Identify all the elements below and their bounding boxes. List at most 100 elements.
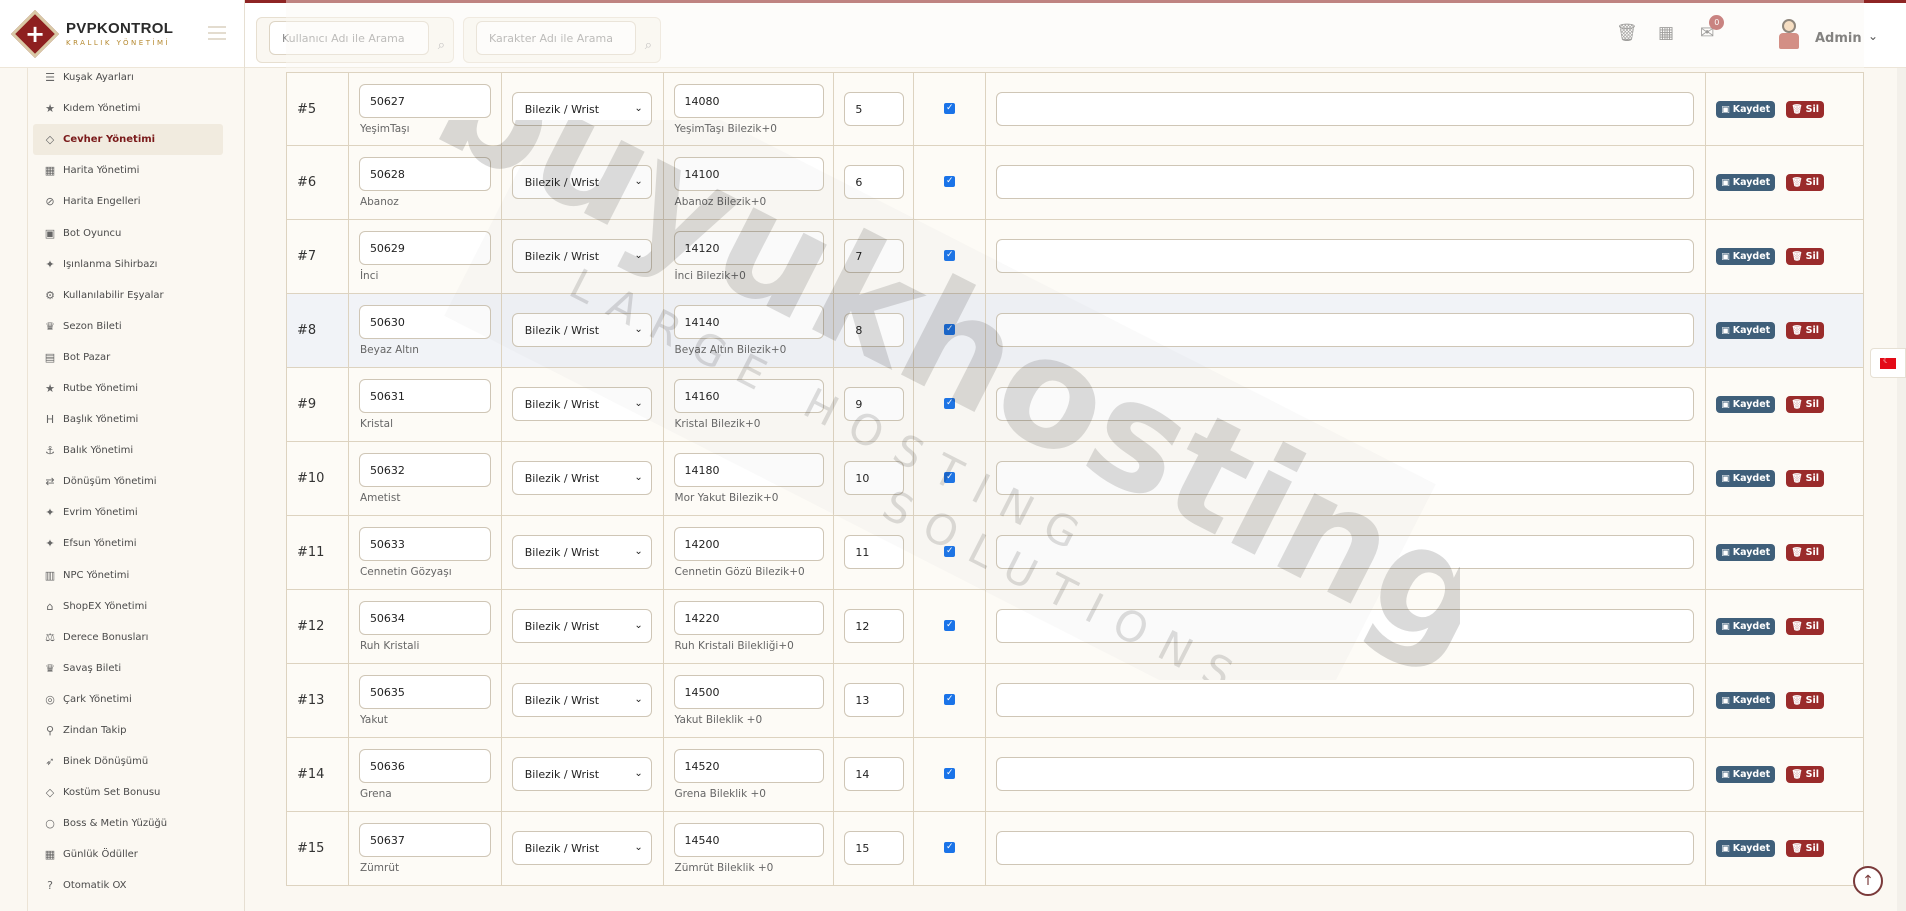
order-input[interactable]: 8 [844,313,905,347]
save-button[interactable]: ▣ Kaydet [1716,322,1776,339]
type-select[interactable]: Bilezik / Wrist ⌄ [511,387,652,421]
type-select[interactable]: Bilezik / Wrist ⌄ [511,609,652,643]
active-checkbox[interactable]: ✓ [944,250,956,261]
sidebar-item[interactable]: H Başlık Yönetimi [33,404,223,435]
vnum-input[interactable]: 50635 [358,675,491,709]
save-button[interactable]: ▣ Kaydet [1716,766,1776,783]
item-vnum-input[interactable]: 14520 [673,749,824,783]
sidebar-item[interactable]: ⚲ Zindan Takip [33,715,223,746]
save-button[interactable]: ▣ Kaydet [1716,248,1776,265]
item-vnum-input[interactable]: 14220 [673,601,824,635]
delete-button[interactable]: 🗑 Sil [1786,692,1825,709]
save-button[interactable]: ▣ Kaydet [1716,840,1776,857]
save-button[interactable]: ▣ Kaydet [1716,544,1776,561]
vnum-input[interactable]: 50636 [358,749,491,783]
language-flag-icon[interactable] [1870,348,1906,378]
sidebar-item[interactable]: ▥ NPC Yönetimi [33,560,223,591]
item-vnum-input[interactable]: 14080 [673,84,824,118]
delete-button[interactable]: 🗑 Sil [1786,322,1825,339]
sidebar-item[interactable]: ⚖ Derece Bonusları [33,622,223,653]
sidebar-item[interactable]: ⇄ Dönüşüm Yönetimi [33,466,223,497]
vnum-input[interactable]: 50628 [358,157,491,191]
type-select[interactable]: Bilezik / Wrist ⌄ [511,757,652,791]
description-input[interactable] [996,461,1695,495]
type-select[interactable]: Bilezik / Wrist ⌄ [511,461,652,495]
menu-toggle-icon[interactable] [208,26,226,44]
order-input[interactable]: 14 [844,757,905,791]
item-vnum-input[interactable]: 14140 [673,305,824,339]
type-select[interactable]: Bilezik / Wrist ⌄ [511,683,652,717]
vnum-input[interactable]: 50633 [358,527,491,561]
sidebar-item[interactable]: ? Otomatik OX [33,870,223,901]
delete-button[interactable]: 🗑 Sil [1786,101,1825,118]
vnum-input[interactable]: 50637 [358,823,491,857]
order-input[interactable]: 10 [844,461,905,495]
active-checkbox[interactable]: ✓ [944,103,956,114]
order-input[interactable]: 7 [844,239,905,273]
type-select[interactable]: Bilezik / Wrist ⌄ [511,165,652,199]
description-input[interactable] [996,757,1695,791]
description-input[interactable] [996,535,1695,569]
vnum-input[interactable]: 50630 [358,305,491,339]
order-input[interactable]: 15 [844,831,905,865]
chevron-down-icon[interactable]: ⌄ [1868,29,1878,43]
sidebar-item[interactable]: ▦ Harita Yönetimi [33,155,223,186]
order-input[interactable]: 5 [844,92,905,126]
active-checkbox[interactable]: ✓ [944,768,956,779]
delete-button[interactable]: 🗑 Sil [1786,840,1825,857]
active-checkbox[interactable]: ✓ [944,398,956,409]
sidebar-item[interactable]: ◎ Çark Yönetimi [33,684,223,715]
vnum-input[interactable]: 50627 [358,84,491,118]
order-input[interactable]: 6 [844,165,905,199]
sidebar-item[interactable]: ☰ Kuşak Ayarları [33,62,223,93]
order-input[interactable]: 12 [844,609,905,643]
description-input[interactable] [996,609,1695,643]
description-input[interactable] [996,239,1695,273]
delete-button[interactable]: 🗑 Sil [1786,470,1825,487]
sidebar-item[interactable]: ⊘ Harita Engelleri [33,186,223,217]
order-input[interactable]: 11 [844,535,905,569]
sidebar-item[interactable]: ○ Boss & Metin Yüzüğü [33,808,223,839]
save-button[interactable]: ▣ Kaydet [1716,692,1776,709]
save-button[interactable]: ▣ Kaydet [1716,470,1776,487]
active-checkbox[interactable]: ✓ [944,546,956,557]
scroll-to-top-button[interactable]: ↑ [1853,866,1883,896]
delete-button[interactable]: 🗑 Sil [1786,396,1825,413]
type-select[interactable]: Bilezik / Wrist ⌄ [511,239,652,273]
scrollbar[interactable] [1897,68,1906,911]
save-button[interactable]: ▣ Kaydet [1716,174,1776,191]
item-vnum-input[interactable]: 14100 [673,157,824,191]
type-select[interactable]: Bilezik / Wrist ⌄ [511,535,652,569]
active-checkbox[interactable]: ✓ [944,472,956,483]
sidebar-item[interactable]: ♛ Sezon Bileti [33,311,223,342]
sidebar-item[interactable]: ◇ Kostüm Set Bonusu [33,777,223,808]
save-button[interactable]: ▣ Kaydet [1716,101,1776,118]
type-select[interactable]: Bilezik / Wrist ⌄ [511,831,652,865]
sidebar-item[interactable]: ▦ Günlük Ödüller [33,839,223,870]
sidebar-item[interactable]: ★ Rutbe Yönetimi [33,373,223,404]
description-input[interactable] [996,165,1695,199]
sidebar-item[interactable]: ◇ Cevher Yönetimi [33,124,223,156]
delete-button[interactable]: 🗑 Sil [1786,766,1825,783]
item-vnum-input[interactable]: 14500 [673,675,824,709]
delete-button[interactable]: 🗑 Sil [1786,618,1825,635]
description-input[interactable] [996,831,1695,865]
type-select[interactable]: Bilezik / Wrist ⌄ [511,313,652,347]
delete-button[interactable]: 🗑 Sil [1786,174,1825,191]
item-vnum-input[interactable]: 14180 [673,453,824,487]
item-vnum-input[interactable]: 14540 [673,823,824,857]
sidebar-item[interactable]: ▣ Bot Oyuncu [33,217,223,248]
sidebar-item[interactable]: ▤ Bot Pazar [33,342,223,373]
sidebar-item[interactable]: ♛ Savaş Bileti [33,653,223,684]
vnum-input[interactable]: 50632 [358,453,491,487]
sidebar-item[interactable]: ➶ Binek Dönüşümü [33,746,223,777]
active-checkbox[interactable]: ✓ [944,176,956,187]
description-input[interactable] [996,387,1695,421]
active-checkbox[interactable]: ✓ [944,324,956,335]
sidebar-item[interactable]: ✦ Efsun Yönetimi [33,528,223,559]
order-input[interactable]: 13 [844,683,905,717]
item-vnum-input[interactable]: 14200 [673,527,824,561]
sidebar-item[interactable]: ⚓ Balık Yönetimi [33,435,223,466]
save-button[interactable]: ▣ Kaydet [1716,618,1776,635]
vnum-input[interactable]: 50629 [358,231,491,265]
